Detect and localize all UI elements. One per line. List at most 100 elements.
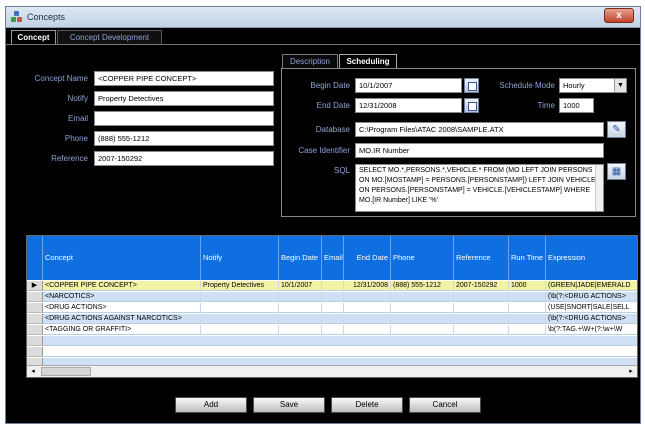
table-cell[interactable] <box>322 303 344 313</box>
row-selector[interactable] <box>27 303 43 313</box>
table-row[interactable]: <DRUG ACTIONS AGAINST NARCOTICS> (\b(?:<D… <box>27 314 637 324</box>
col-begin-date[interactable]: Begin Date <box>279 236 322 280</box>
table-cell[interactable]: Property Detectives <box>201 281 279 291</box>
row-selector[interactable] <box>27 292 43 302</box>
table-cell[interactable] <box>279 303 322 313</box>
table-row[interactable]: <NARCOTICS> (\b(?:<DRUG ACTIONS> <box>27 292 637 302</box>
sql-scrollbar[interactable] <box>595 165 603 211</box>
table-cell[interactable] <box>509 303 546 313</box>
sql-textarea[interactable]: SELECT MO.*,PERSONS.*,VEHICLE.* FROM (MO… <box>355 164 604 212</box>
table-cell[interactable] <box>279 325 322 335</box>
concept-name-field[interactable]: <COPPER PIPE CONCEPT> <box>94 71 274 86</box>
table-cell[interactable]: \b(?:TAG.+\W+(?:\w+\W <box>546 325 637 335</box>
table-cell[interactable]: <TAGGING OR GRAFFITI> <box>43 325 201 335</box>
schedule-mode-select[interactable]: Hourly ▼ <box>559 78 627 93</box>
end-date-calendar-icon[interactable] <box>464 98 479 113</box>
scroll-thumb[interactable] <box>41 367 91 376</box>
table-cell[interactable]: <NARCOTICS> <box>43 292 201 302</box>
table-cell[interactable] <box>454 314 509 324</box>
table-row[interactable]: ▶ <COPPER PIPE CONCEPT> Property Detective… <box>27 281 637 291</box>
col-reference[interactable]: Reference <box>454 236 509 280</box>
scroll-right-icon[interactable]: ▸ <box>625 366 637 377</box>
table-cell[interactable] <box>391 325 454 335</box>
tab-concept-development[interactable]: Concept Development <box>57 30 162 44</box>
scroll-left-icon[interactable]: ◂ <box>27 366 39 377</box>
email-field[interactable] <box>94 111 274 126</box>
table-cell[interactable]: <DRUG ACTIONS> <box>43 303 201 313</box>
time-field[interactable]: 1000 <box>559 98 594 113</box>
table-cell[interactable]: (GREEN|JADE|EMERALD <box>546 281 637 291</box>
table-cell[interactable] <box>509 292 546 302</box>
table-cell[interactable] <box>454 325 509 335</box>
row-selector[interactable] <box>27 325 43 335</box>
table-cell[interactable] <box>344 303 391 313</box>
database-field[interactable]: C:\Program Files\ATAC 2008\SAMPLE.ATX <box>355 122 604 137</box>
tab-scheduling[interactable]: Scheduling <box>339 54 397 68</box>
table-cell[interactable] <box>201 292 279 302</box>
row-selector[interactable] <box>27 347 43 357</box>
table-cell[interactable] <box>391 292 454 302</box>
table-row[interactable] <box>27 347 637 357</box>
notify-field[interactable]: Property Detectives <box>94 91 274 106</box>
table-cell[interactable] <box>509 325 546 335</box>
table-row[interactable] <box>27 336 637 346</box>
row-selector[interactable] <box>27 336 43 346</box>
cancel-button[interactable]: Cancel <box>409 397 481 413</box>
table-cell[interactable] <box>201 303 279 313</box>
table-cell[interactable] <box>391 314 454 324</box>
table-cell[interactable] <box>279 314 322 324</box>
case-identifier-field[interactable]: MO.IR Number <box>355 143 604 158</box>
begin-date-calendar-icon[interactable] <box>464 78 479 93</box>
save-button[interactable]: Save <box>253 397 325 413</box>
table-cell[interactable]: (\b(?:<DRUG ACTIONS> <box>546 314 637 324</box>
table-cell[interactable] <box>322 325 344 335</box>
browse-folder-icon[interactable]: ✎ <box>607 121 626 138</box>
table-cell[interactable] <box>322 281 344 291</box>
table-cell[interactable] <box>391 303 454 313</box>
reference-field[interactable]: 2007-150292 <box>94 151 274 166</box>
col-phone[interactable]: Phone <box>391 236 454 280</box>
table-cell[interactable] <box>454 292 509 302</box>
add-button[interactable]: Add <box>175 397 247 413</box>
horizontal-scrollbar[interactable]: ◂ ▸ <box>27 365 637 377</box>
table-cell[interactable] <box>201 325 279 335</box>
chevron-down-icon[interactable]: ▼ <box>614 79 626 92</box>
table-cell[interactable]: (\b(?:<DRUG ACTIONS> <box>546 292 637 302</box>
table-cell[interactable]: (USE|SNORT|SALE|SELL <box>546 303 637 313</box>
phone-field[interactable]: (888) 555-1212 <box>94 131 274 146</box>
end-date-field[interactable]: 12/31/2008 <box>355 98 462 113</box>
col-concept[interactable]: Concept <box>43 236 201 280</box>
table-cell[interactable] <box>322 314 344 324</box>
table-cell[interactable]: 10/1/2007 <box>279 281 322 291</box>
table-cell[interactable]: 1000 <box>509 281 546 291</box>
col-run-time[interactable]: Run Time <box>509 236 546 280</box>
col-end-date[interactable]: End Date <box>344 236 391 280</box>
table-cell[interactable] <box>201 314 279 324</box>
sql-builder-icon[interactable]: ▦ <box>607 163 626 180</box>
title-bar[interactable]: Concepts x <box>6 7 640 28</box>
table-cell[interactable] <box>279 292 322 302</box>
table-cell[interactable] <box>322 292 344 302</box>
row-selector[interactable] <box>27 314 43 324</box>
table-cell[interactable]: <DRUG ACTIONS AGAINST NARCOTICS> <box>43 314 201 324</box>
table-row[interactable]: <DRUG ACTIONS> (USE|SNORT|SALE|SELL <box>27 303 637 313</box>
delete-button[interactable]: Delete <box>331 397 403 413</box>
table-cell[interactable]: (888) 555-1212 <box>391 281 454 291</box>
col-notify[interactable]: Notify <box>201 236 279 280</box>
tab-description[interactable]: Description <box>282 54 338 68</box>
table-cell[interactable]: 12/31/2008 <box>344 281 391 291</box>
table-cell[interactable]: 2007-150292 <box>454 281 509 291</box>
current-row-indicator[interactable]: ▶ <box>27 281 43 291</box>
table-cell[interactable] <box>344 292 391 302</box>
close-button[interactable]: x <box>604 8 634 23</box>
tab-concept[interactable]: Concept <box>11 30 56 44</box>
table-cell[interactable] <box>344 325 391 335</box>
table-cell[interactable] <box>509 314 546 324</box>
table-cell[interactable] <box>344 314 391 324</box>
col-email[interactable]: Email <box>322 236 344 280</box>
begin-date-field[interactable]: 10/1/2007 <box>355 78 462 93</box>
table-cell[interactable]: <COPPER PIPE CONCEPT> <box>43 281 201 291</box>
col-expression[interactable]: Expression <box>546 236 637 280</box>
table-cell[interactable] <box>454 303 509 313</box>
table-row[interactable]: <TAGGING OR GRAFFITI> \b(?:TAG.+\W+(?:\w+… <box>27 325 637 335</box>
